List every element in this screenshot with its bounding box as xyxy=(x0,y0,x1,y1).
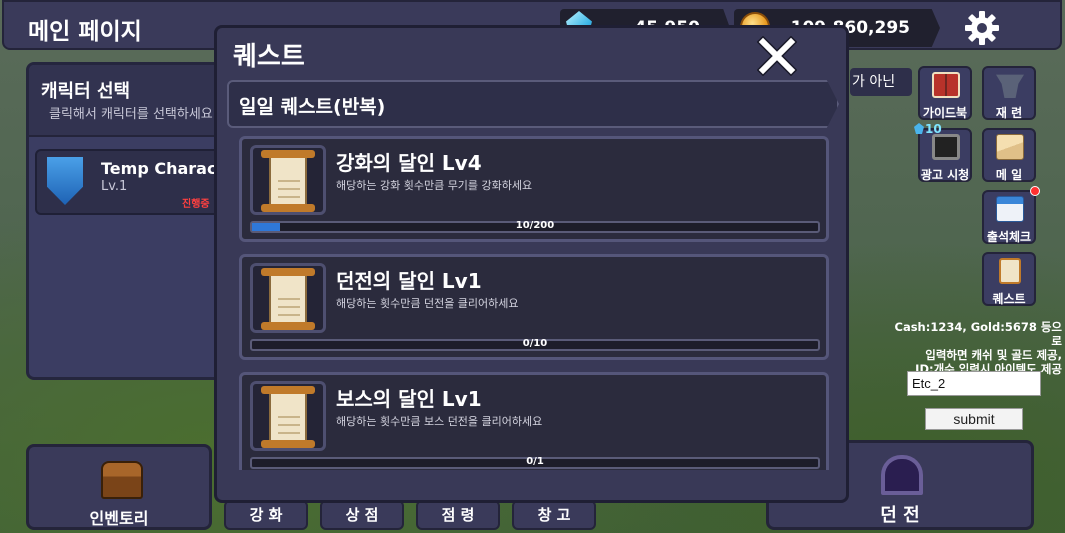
page-title: 메인 페이지 xyxy=(28,19,142,45)
inventory-button[interactable]: 인벤토리 xyxy=(26,444,212,530)
character-status: 진행중 xyxy=(182,199,210,210)
quest-scroll-icon xyxy=(250,145,326,215)
quest-card[interactable]: 던전의 달인 Lv1 해당하는 횟수만큼 던전을 클리어하세요 0/10 xyxy=(239,254,829,360)
tv-icon xyxy=(932,134,960,160)
quest-card[interactable]: 보스의 달인 Lv1 해당하는 횟수만큼 보스 던전을 클리어하세요 0/1 xyxy=(239,372,829,470)
quest-button[interactable]: 퀘스트 xyxy=(982,252,1036,306)
character-class-shield-icon xyxy=(47,157,83,205)
anvil-icon xyxy=(996,74,1024,98)
quest-progress-bar: 0/10 xyxy=(250,338,820,351)
character-level: Lv.1 xyxy=(101,179,128,194)
mail-label: 메 일 xyxy=(995,168,1023,182)
quest-title: 던전의 달인 Lv1 xyxy=(336,269,482,293)
refine-button[interactable]: 재 련 xyxy=(982,66,1036,120)
character-card[interactable]: Temp Character Lv.1 진행중 xyxy=(35,149,243,215)
quest-scroll-icon xyxy=(250,263,326,333)
refine-label: 재 련 xyxy=(995,106,1023,120)
quest-title: 보스의 달인 Lv1 xyxy=(336,387,482,411)
quest-title: 강화의 달인 Lv4 xyxy=(336,151,482,175)
close-icon[interactable] xyxy=(757,36,797,76)
quest-progress-text: 10/200 xyxy=(515,220,555,231)
dungeon-label: 던 전 xyxy=(880,505,920,526)
tab-occupy[interactable]: 점 령 xyxy=(416,500,500,530)
quest-scroll-icon xyxy=(250,381,326,451)
character-panel: 캐릭터 선택 클릭해서 캐릭터를 선택하세요 Temp Character Lv… xyxy=(26,62,243,380)
watch-ad-button[interactable]: 10 광고 시청 xyxy=(918,122,972,182)
mail-icon xyxy=(996,134,1024,160)
redeem-hint-line: Cash:1234, Gold:5678 등으로 xyxy=(894,320,1063,348)
dungeon-gate-icon xyxy=(881,455,923,495)
attendance-button[interactable]: 출석체크 xyxy=(982,186,1040,244)
character-select-subtitle: 클릭해서 캐릭터를 선택하세요 xyxy=(49,107,213,122)
scroll-icon xyxy=(999,258,1021,284)
quest-progress-text: 0/10 xyxy=(522,338,548,349)
redeem-hint-line: 입력하면 캐쉬 및 골드 제공, xyxy=(925,348,1062,362)
modal-title: 퀘스트 xyxy=(233,42,305,72)
notice-peek-text: 가 아닌 xyxy=(850,68,912,96)
calendar-icon xyxy=(996,196,1024,222)
tab-storage[interactable]: 창 고 xyxy=(512,500,596,530)
redeem-code-input[interactable] xyxy=(907,371,1041,396)
quest-progress-bar: 10/200 xyxy=(250,220,820,233)
mail-button[interactable]: 메 일 xyxy=(982,128,1036,182)
settings-gear-icon[interactable] xyxy=(964,10,1000,46)
guidebook-label: 가이드북 xyxy=(922,106,968,120)
quest-label: 퀘스트 xyxy=(992,292,1026,306)
notification-dot xyxy=(1030,186,1040,196)
watch-ad-label: 광고 시청 xyxy=(920,168,970,182)
tab-enhance[interactable]: 강 화 xyxy=(224,500,308,530)
inventory-label: 인벤토리 xyxy=(89,509,149,528)
character-select-header[interactable]: 캐릭터 선택 클릭해서 캐릭터를 선택하세요 xyxy=(29,65,223,137)
quest-description: 해당하는 횟수만큼 던전을 클리어하세요 xyxy=(336,297,519,310)
quest-description: 해당하는 횟수만큼 보스 던전을 클리어하세요 xyxy=(336,415,543,428)
attendance-label: 출석체크 xyxy=(986,230,1032,244)
treasure-chest-icon xyxy=(101,461,143,499)
book-icon xyxy=(932,72,960,98)
quest-card[interactable]: 강화의 달인 Lv4 해당하는 강화 횟수만큼 무기를 강화하세요 10/200 xyxy=(239,136,829,242)
redeem-hint: Cash:1234, Gold:5678 등으로 입력하면 캐쉬 및 골드 제공… xyxy=(886,320,1063,376)
quest-progress-text: 0/1 xyxy=(526,456,544,467)
guidebook-button[interactable]: 가이드북 xyxy=(918,66,972,120)
quest-category-bar[interactable]: 일일 퀘스트(반복) xyxy=(227,80,839,128)
tab-shop[interactable]: 상 점 xyxy=(320,500,404,530)
quest-category-label: 일일 퀘스트(반복) xyxy=(239,96,386,118)
submit-button[interactable]: submit xyxy=(925,408,1023,430)
character-select-title: 캐릭터 선택 xyxy=(41,81,131,102)
quest-modal: 퀘스트 일일 퀘스트(반복) 강화의 달인 Lv4 해당하는 강화 횟수만큼 무… xyxy=(214,25,849,503)
quest-list[interactable]: 강화의 달인 Lv4 해당하는 강화 횟수만큼 무기를 강화하세요 10/200… xyxy=(239,136,829,470)
quest-description: 해당하는 강화 횟수만큼 무기를 강화하세요 xyxy=(336,179,533,192)
quest-progress-bar: 0/1 xyxy=(250,456,820,469)
